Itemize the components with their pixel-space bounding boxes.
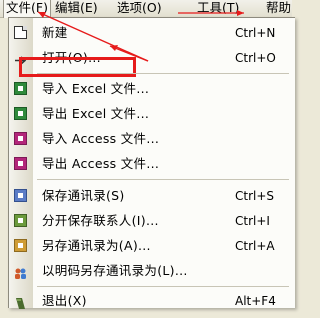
address-book-split-icon [14, 214, 27, 227]
menu-separator [37, 179, 289, 180]
menu-item-label: 新建 [42, 25, 68, 40]
menu-item-shortcut: Alt+F4 [235, 294, 276, 308]
menu-item-save-as[interactable]: 另存通讯录为(A)... Ctrl+A [9, 234, 295, 258]
menu-item-new[interactable]: 新建 Ctrl+N [9, 21, 295, 45]
highlight-box [19, 57, 136, 77]
menu-item-export-excel[interactable]: 导出 Excel 文件... [9, 102, 295, 126]
address-book-icon [14, 189, 27, 202]
access-import-icon [14, 132, 27, 145]
address-book-save-as-icon [14, 239, 27, 252]
menu-options[interactable]: 选项(O) [115, 0, 164, 17]
new-document-icon [14, 26, 27, 39]
menu-item-label: 导入 Excel 文件... [42, 81, 150, 96]
menu-separator [37, 286, 289, 287]
menu-item-shortcut: Ctrl+S [235, 189, 275, 203]
menu-file[interactable]: 文件(F) [3, 0, 51, 18]
menu-separator [37, 73, 289, 74]
menu-item-label: 退出(X) [42, 293, 87, 308]
menu-item-shortcut: Ctrl+N [235, 26, 276, 40]
menu-item-label: 另存通讯录为(A)... [42, 238, 151, 253]
menu-item-export-access[interactable]: 导出 Access 文件... [9, 152, 295, 176]
menu-item-import-excel[interactable]: 导入 Excel 文件... [9, 77, 295, 101]
menu-tools[interactable]: 工具(T) [195, 0, 241, 17]
menu-item-label: 导入 Access 文件... [42, 131, 160, 146]
menu-bar: 文件(F) 编辑(E) 选项(O) 工具(T) 帮助 [0, 0, 292, 18]
exit-icon [14, 294, 27, 309]
menu-item-shortcut: Ctrl+I [235, 214, 270, 228]
menu-edit[interactable]: 编辑(E) [53, 0, 100, 17]
menu-item-import-access[interactable]: 导入 Access 文件... [9, 127, 295, 151]
menu-item-label: 分开保存联系人(I)... [42, 213, 159, 228]
excel-export-icon [14, 107, 27, 120]
menu-item-label: 导出 Access 文件... [42, 156, 160, 171]
excel-import-icon [14, 82, 27, 95]
menu-item-label: 以明码另存通讯录为(L)... [42, 263, 188, 278]
menu-item-save[interactable]: 保存通讯录(S) Ctrl+S [9, 184, 295, 208]
menu-item-exit[interactable]: 退出(X) Alt+F4 [9, 289, 295, 313]
menu-item-split-save[interactable]: 分开保存联系人(I)... Ctrl+I [9, 209, 295, 233]
file-dropdown-menu: 新建 Ctrl+N 打开(O)... Ctrl+O 导入 Excel 文件...… [8, 17, 295, 309]
menu-item-shortcut: Ctrl+A [235, 239, 275, 253]
menu-item-shortcut: Ctrl+O [235, 51, 276, 65]
menu-item-label: 导出 Excel 文件... [42, 106, 150, 121]
menu-help[interactable]: 帮助 [264, 0, 293, 17]
access-export-icon [14, 157, 27, 170]
contacts-icon [14, 264, 27, 279]
menu-item-label: 保存通讯录(S) [42, 188, 125, 203]
menu-item-plain-save-as[interactable]: 以明码另存通讯录为(L)... [9, 259, 295, 283]
